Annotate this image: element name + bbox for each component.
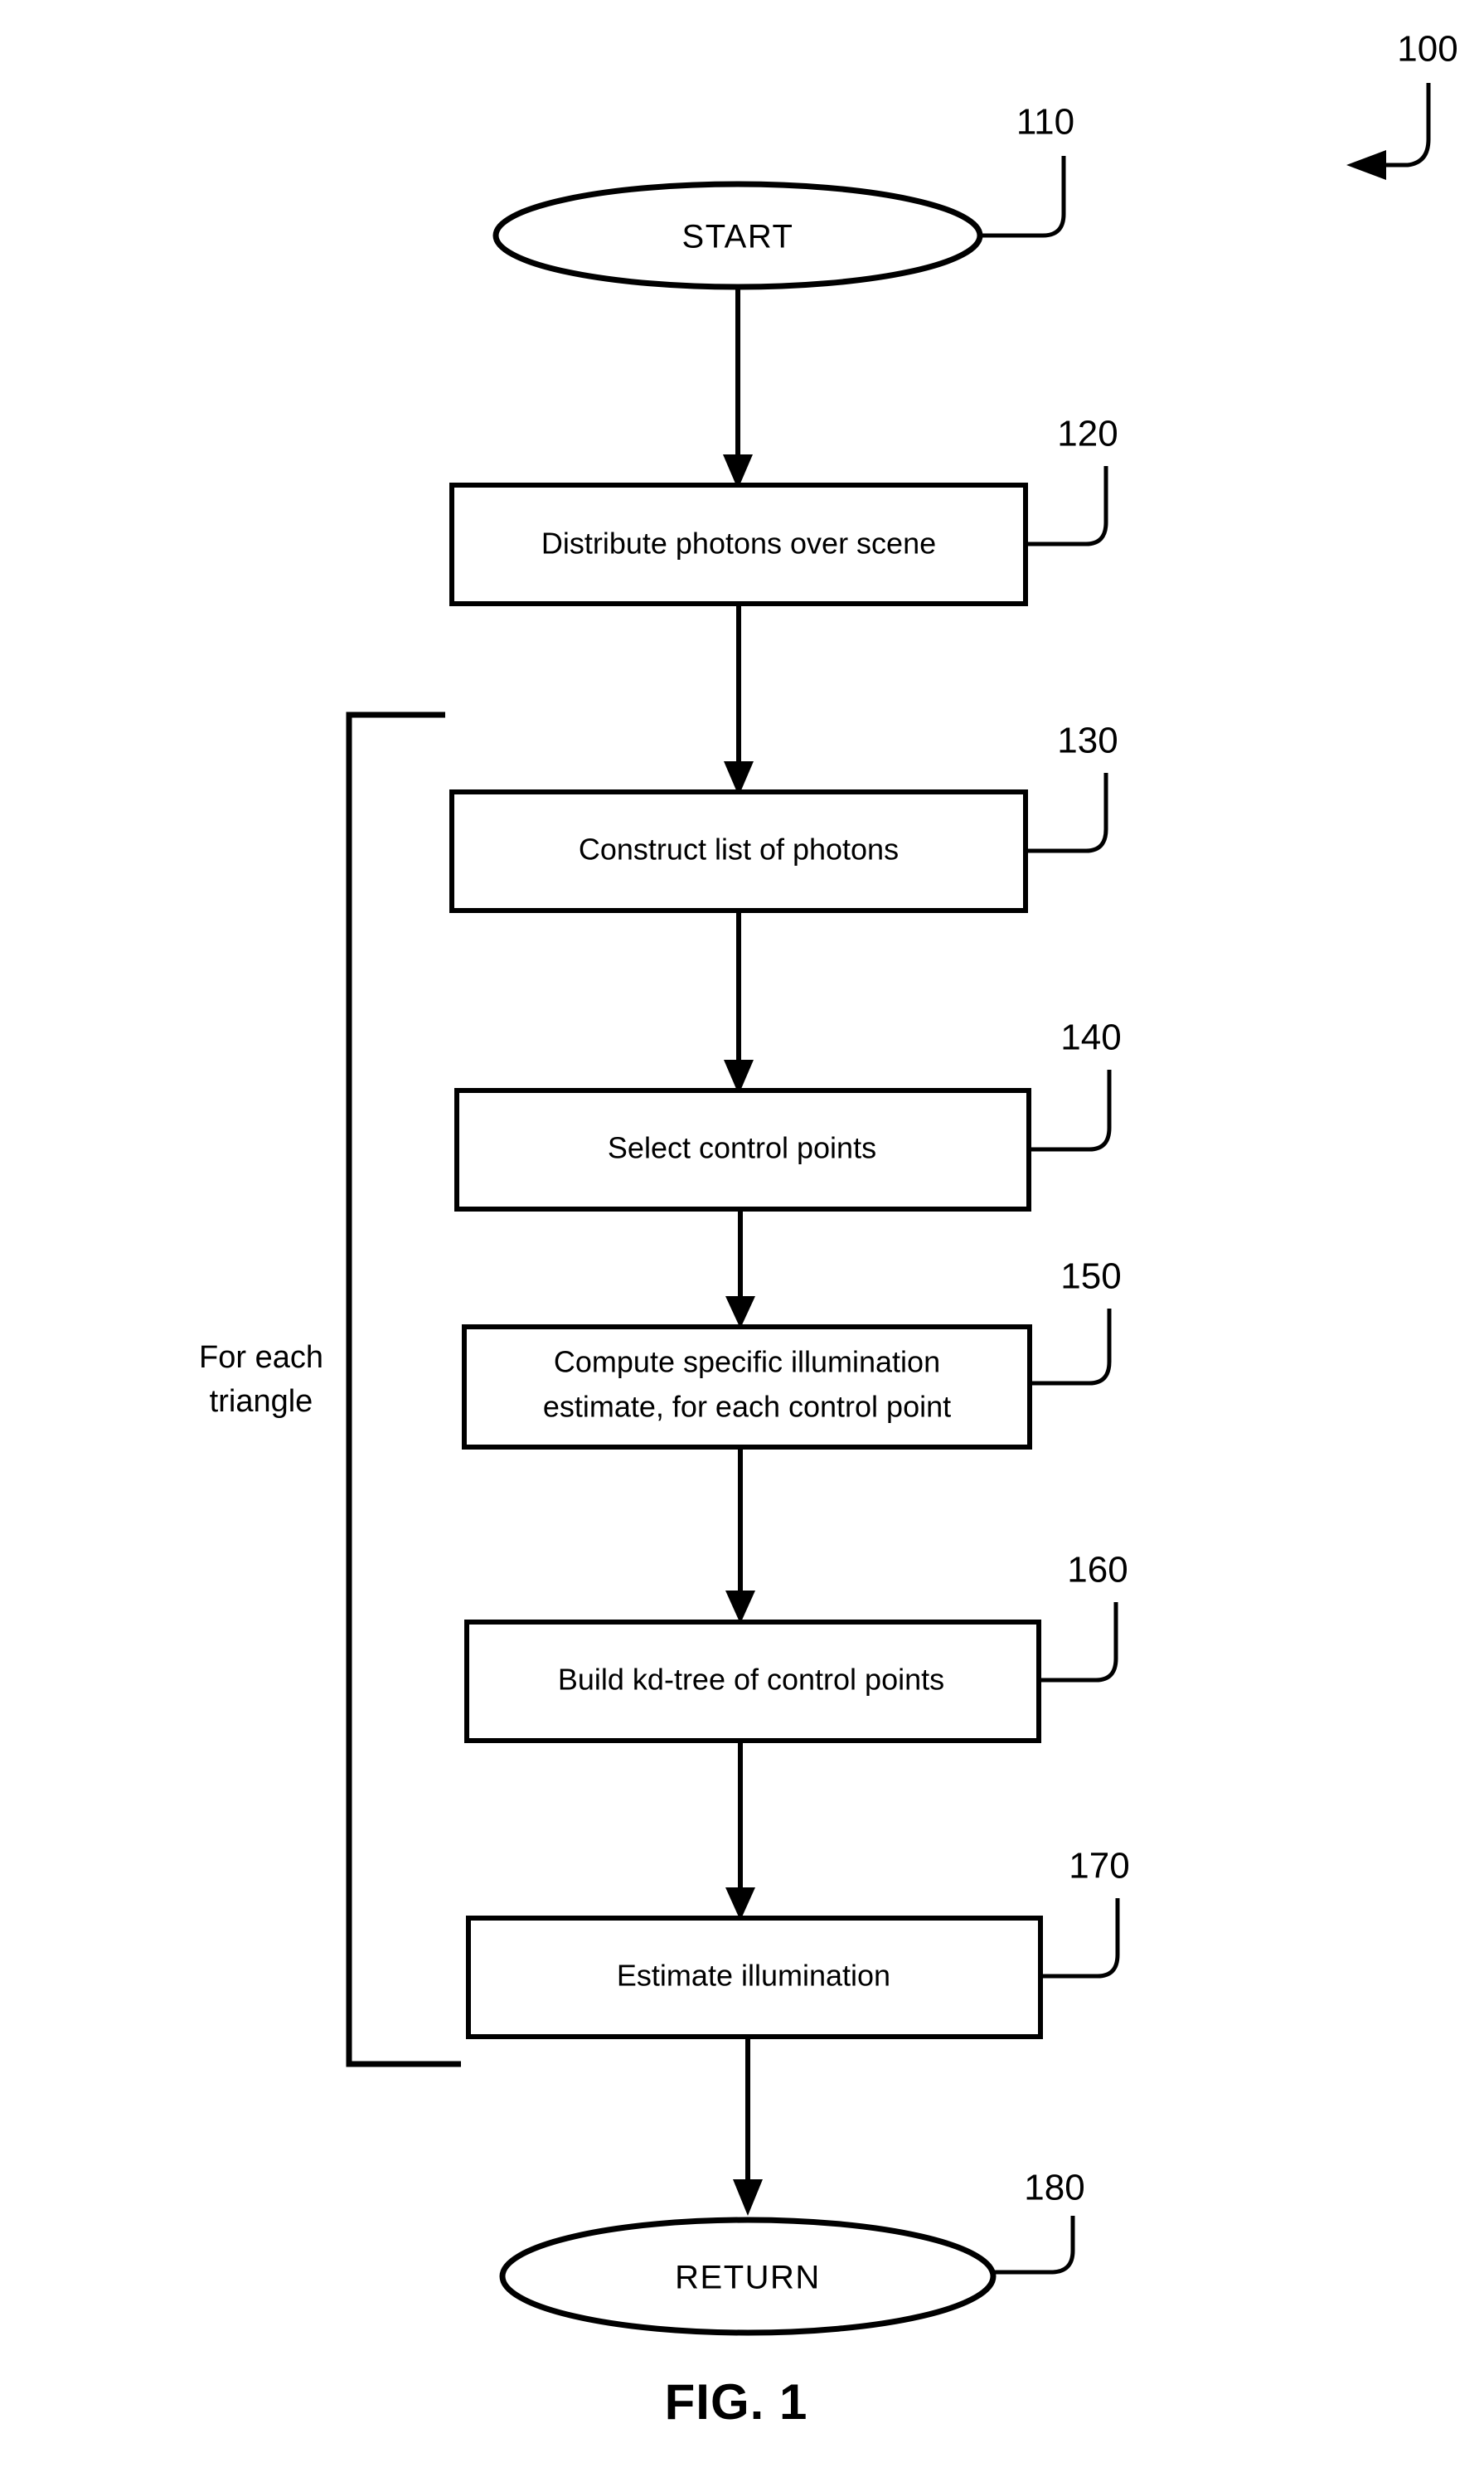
connector-start-to-120 [723,287,753,489]
ref-number-160: 160 [1067,1550,1128,1591]
leader-line-130 [1026,773,1108,853]
node-step-130: Construct list of photons 130 [449,721,1118,913]
node-start: START 110 [492,102,1074,290]
leader-line-110 [980,156,1066,238]
connector-arrowhead [733,2179,763,2216]
leader-arrowhead-100 [1346,150,1386,180]
ref-number-110: 110 [1016,102,1074,143]
ref-number-180: 180 [1024,2168,1084,2208]
step-150-label-line1: Compute specific illumination [554,1345,940,1379]
figure-caption: FIG. 1 [665,2374,808,2430]
leader-line-160 [1039,1602,1118,1683]
node-step-140: Select control points 140 [454,1018,1122,1212]
step-160-label: Build kd-tree of control points [558,1663,944,1697]
ref-number-130: 130 [1057,721,1118,761]
node-step-160: Build kd-tree of control points 160 [464,1550,1128,1743]
connector-170-to-return [733,2037,763,2216]
connector-130-to-140 [724,911,754,1095]
diagram-reference-100: 100 [1346,29,1458,180]
step-130-label: Construct list of photons [579,833,899,867]
leader-line-180 [993,2216,1075,2275]
step-170-label: Estimate illumination [617,1959,890,1993]
step-120-label: Distribute photons over scene [541,527,936,561]
ref-number-120: 120 [1057,414,1118,454]
loop-bracket-path [346,712,461,2067]
ref-number-100: 100 [1397,29,1457,70]
connector-140-to-150 [725,1209,755,1328]
ref-number-150: 150 [1060,1256,1121,1297]
step-140-label: Select control points [608,1131,876,1165]
loop-label-line1: For each [199,1340,323,1375]
node-step-120: Distribute photons over scene 120 [449,414,1118,606]
patent-figure: 100 START 110 Distribute photons over sc… [0,0,1484,2477]
connector-120-to-130 [724,604,754,796]
leader-line-140 [1029,1070,1112,1152]
loop-bracket-for-each-triangle: For each triangle [199,712,461,2067]
loop-label-line2: triangle [210,1384,313,1419]
node-step-170: Estimate illumination 170 [466,1846,1130,2039]
start-label: START [682,219,794,255]
leader-line-170 [1040,1898,1120,1979]
return-label: RETURN [675,2260,821,2296]
node-return: RETURN 180 [499,2168,1085,2336]
flowchart-diagram: 100 START 110 Distribute photons over sc… [199,29,1458,2430]
connector-arrowhead [725,1591,755,1624]
leader-line-150 [1030,1309,1112,1386]
node-step-150: Compute specific illumination estimate, … [462,1256,1122,1450]
connector-arrowhead [725,1296,755,1328]
connector-150-to-160 [725,1447,755,1624]
ref-number-140: 140 [1060,1018,1121,1058]
step-150-label-line2: estimate, for each control point [543,1390,951,1424]
ref-number-170: 170 [1069,1846,1129,1887]
leader-line-120 [1026,466,1108,546]
connector-160-to-170 [725,1741,755,1921]
